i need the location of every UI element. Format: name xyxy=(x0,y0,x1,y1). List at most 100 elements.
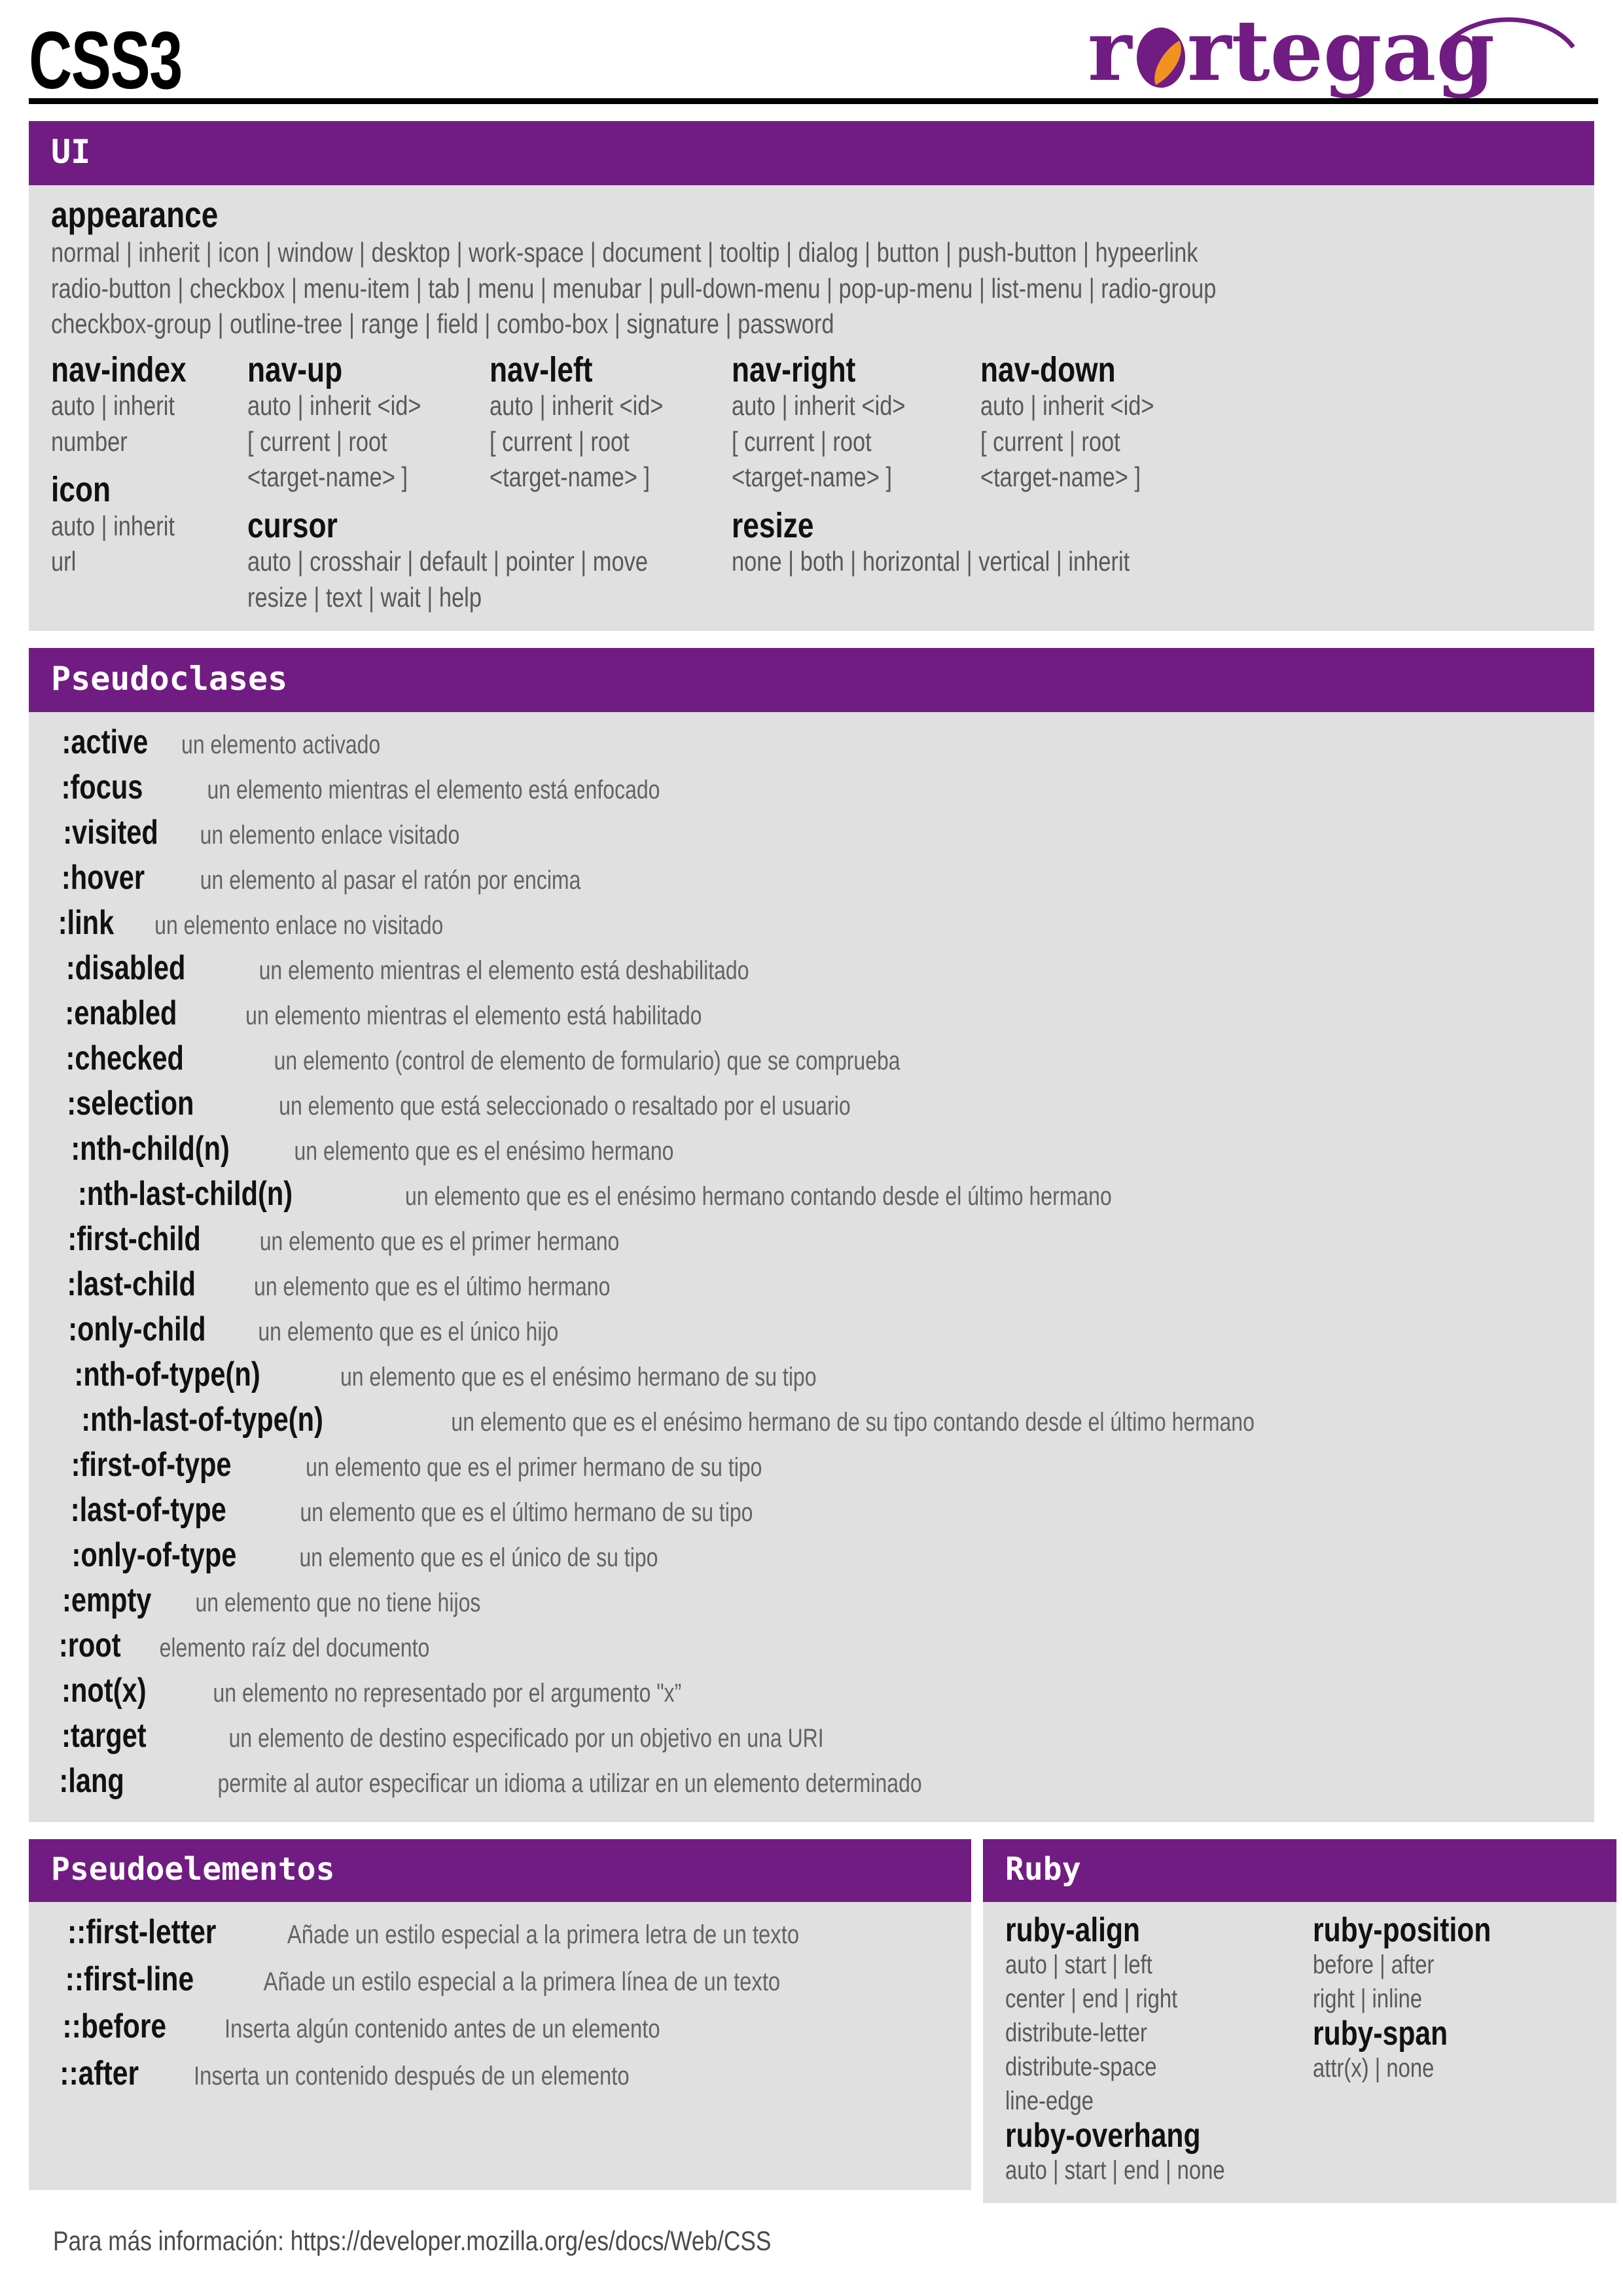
list-item: :only-of-type un elemento que es el único… xyxy=(51,1535,1572,1575)
bottom-panels: Pseudoelementos ::first-letter Añade un e… xyxy=(29,1839,1616,2204)
selector-description: un elemento al pasar el ratón por encima xyxy=(200,866,581,895)
property-value: attr(x) | none xyxy=(1313,2054,1435,2083)
property-name-ruby-align: ruby-align xyxy=(1005,1911,1141,1950)
selector-description: un elemento que es el primer hermano de … xyxy=(306,1453,762,1482)
selector-description: un elemento de destino especificado por … xyxy=(228,1724,824,1753)
property-value: url xyxy=(51,546,77,577)
selector-description: elemento raíz del documento xyxy=(159,1634,430,1663)
selector-description: un elemento enlace no visitado xyxy=(154,911,444,941)
selector-name: :first-child xyxy=(67,1220,201,1259)
selector-name: :not(x) xyxy=(62,1672,147,1710)
property-value: [ current | root xyxy=(490,425,630,457)
property-group-resize: resize none | both | horizontal | vertic… xyxy=(732,507,1130,580)
property-value: distribute-letter xyxy=(1005,2018,1147,2048)
property-value: none | both | horizontal | vertical | in… xyxy=(732,546,1130,577)
ui-column: nav-down auto | inherit <id> [ current |… xyxy=(980,351,1229,495)
ruby-column: ruby-position before | after right | inl… xyxy=(1313,1912,1594,2187)
selector-name: :active xyxy=(62,723,149,762)
property-values-line: checkbox-group | outline-tree | range | … xyxy=(51,308,834,340)
section-ruby-body: ruby-align auto | start | left center | … xyxy=(983,1902,1616,2204)
list-item: :nth-of-type(n) un elemento que es el ené… xyxy=(51,1355,1572,1394)
selector-description: un elemento que es el enésimo hermano de… xyxy=(451,1408,1255,1437)
selector-description: un elemento mientras el elemento está en… xyxy=(207,776,660,805)
selector-name: :empty xyxy=(62,1581,152,1620)
list-item: :focus un elemento mientras el elemento e… xyxy=(51,768,1572,807)
page-body: UI appearance normal | inherit | icon | … xyxy=(0,121,1623,2257)
list-item: ::before Inserta algún contenido antes de… xyxy=(51,2007,949,2046)
property-name-ruby-position: ruby-position xyxy=(1313,1911,1491,1950)
header-divider xyxy=(29,98,1598,104)
list-item: ::after Inserta un contenido después de u… xyxy=(51,2054,949,2093)
list-item: :lang permite al autor especificar un idi… xyxy=(51,1761,1572,1801)
selector-description: un elemento que no tiene hijos xyxy=(195,1588,481,1618)
selector-name: :nth-of-type(n) xyxy=(74,1355,260,1394)
selector-name: :lang xyxy=(59,1762,124,1801)
property-group-icon: icon auto | inherit url xyxy=(51,471,247,579)
property-name-nav-index: nav-index xyxy=(51,350,187,390)
list-item: :hover un elemento al pasar el ratón por … xyxy=(51,858,1572,897)
selector-description: Añade un estilo especial a la primera le… xyxy=(287,1920,800,1950)
property-group-cursor: cursor auto | crosshair | default | poin… xyxy=(247,505,648,615)
section-pseudoclases-body: :active un elemento activado :focus un elem… xyxy=(29,712,1594,1823)
selector-description: un elemento que está seleccionado o resa… xyxy=(278,1092,851,1121)
selector-description: un elemento activado xyxy=(181,730,381,760)
selector-description: permite al autor especificar un idioma a… xyxy=(217,1769,922,1799)
selector-name: ::first-letter xyxy=(67,1913,217,1952)
selector-description: un elemento mientras el elemento está ha… xyxy=(245,1001,702,1031)
section-pseudoelementos-body: ::first-letterAñade un estilo especial a… xyxy=(29,1902,971,2191)
property-value: right | inline xyxy=(1313,1984,1423,2014)
selector-name: :only-child xyxy=(68,1310,206,1349)
selector-description: un elemento no representado por el argum… xyxy=(213,1679,681,1708)
ruby-property-grid: ruby-align auto | start | left center | … xyxy=(1005,1912,1594,2187)
property-value: <target-name> ] xyxy=(732,461,893,493)
ui-column: nav-index auto | inherit number icon aut… xyxy=(51,351,247,580)
property-name-nav-right: nav-right xyxy=(732,350,856,390)
list-item: :checked un elemento (control de elemento… xyxy=(51,1039,1572,1078)
selector-name: :nth-child(n) xyxy=(71,1130,230,1168)
selector-description: un elemento que es el único hijo xyxy=(258,1318,559,1347)
selector-name: :nth-last-of-type(n) xyxy=(81,1401,323,1439)
property-value: [ current | root xyxy=(732,425,872,457)
property-value: [ current | root xyxy=(247,425,387,457)
property-value: auto | inherit <id> xyxy=(732,390,906,422)
selector-description: un elemento que es el único de su tipo xyxy=(299,1543,658,1573)
selector-description: Inserta algún contenido antes de un elem… xyxy=(224,2015,660,2044)
selector-description: un elemento que es el enésimo hermano co… xyxy=(405,1182,1112,1211)
list-item: :link un elemento enlace no visitado xyxy=(51,903,1572,942)
list-item: :active un elemento activado xyxy=(51,723,1572,762)
selector-name: :target xyxy=(62,1717,147,1755)
page-header: CSS3 r rtegag xyxy=(0,0,1623,106)
property-name-cursor: cursor xyxy=(247,505,338,545)
list-item: :target un elemento de destino especifica… xyxy=(51,1716,1572,1755)
property-value: resize | text | wait | help xyxy=(247,581,482,613)
section-ruby: Ruby ruby-align auto | start | left cent… xyxy=(983,1839,1616,2204)
property-value: auto | inherit xyxy=(51,390,175,422)
selector-description: un elemento que es el enésimo hermano de… xyxy=(340,1363,817,1392)
list-item: :nth-child(n) un elemento que es el enési… xyxy=(51,1129,1572,1168)
property-value: center | end | right xyxy=(1005,1984,1178,2014)
selector-name: :visited xyxy=(63,814,158,852)
property-values-line: normal | inherit | icon | window | deskt… xyxy=(51,237,1198,268)
list-item: :only-child un elemento que es el único h… xyxy=(51,1310,1572,1349)
list-item: :first-of-type un elemento que es el prim… xyxy=(51,1445,1572,1484)
property-value: <target-name> ] xyxy=(980,461,1141,493)
property-value: auto | inherit <id> xyxy=(980,390,1154,422)
ui-column: nav-left auto | inherit <id> [ current |… xyxy=(490,351,732,495)
property-value: <target-name> ] xyxy=(247,461,408,493)
list-item: :nth-last-of-type(n) un elemento que es e… xyxy=(51,1400,1572,1439)
selector-description: Añade un estilo especial a la primera lí… xyxy=(263,1967,780,1997)
section-pseudoelementos: Pseudoelementos ::first-letter Añade un e… xyxy=(29,1839,971,2203)
list-item: :selection un elemento que está seleccion… xyxy=(51,1084,1572,1123)
property-value: <target-name> ] xyxy=(490,461,651,493)
property-name-ruby-overhang: ruby-overhang xyxy=(1005,2117,1201,2155)
selector-name: ::first-line xyxy=(65,1960,194,1999)
ui-property-grid: nav-index auto | inherit number icon aut… xyxy=(51,351,1572,615)
list-item: :last-of-type un elemento que es el últim… xyxy=(51,1490,1572,1530)
page-title: CSS3 xyxy=(29,15,183,106)
selector-description: un elemento que es el primer hermano xyxy=(259,1227,620,1257)
property-value: before | after xyxy=(1313,1950,1435,1980)
list-item: :last-child un elemento que es el último … xyxy=(51,1265,1572,1304)
section-ruby-title: Ruby xyxy=(983,1839,1616,1903)
logo-letter-o-icon xyxy=(1137,27,1185,88)
logo-wordmark-svg: r rtegag xyxy=(1088,7,1575,98)
